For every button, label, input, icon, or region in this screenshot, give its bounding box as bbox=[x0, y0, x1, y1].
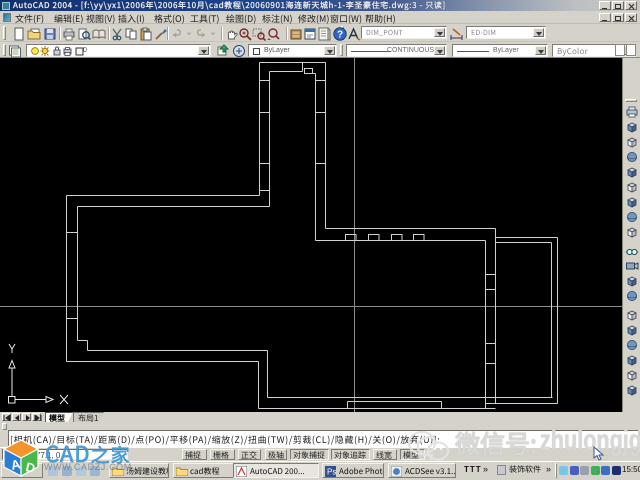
svg-text:D: D bbox=[24, 459, 36, 476]
svg-text:Ps: Ps bbox=[327, 468, 336, 477]
svg-text:?: ? bbox=[337, 30, 343, 41]
